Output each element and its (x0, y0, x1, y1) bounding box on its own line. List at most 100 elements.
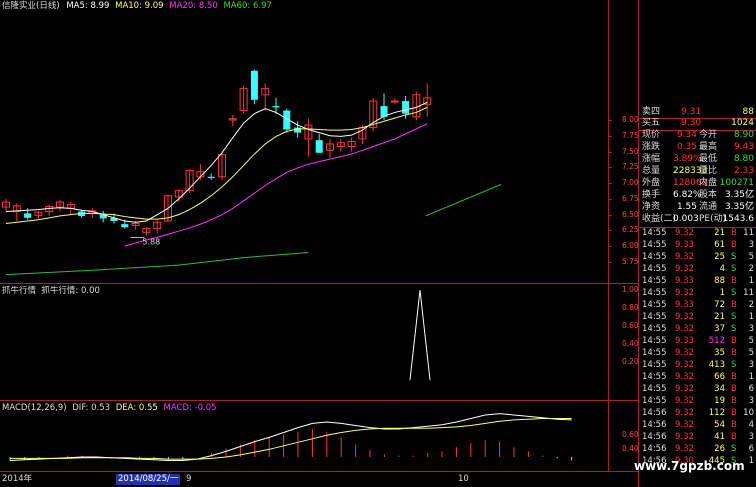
ma10-line (5, 106, 428, 224)
trade-price: 9.32 (675, 324, 694, 334)
trade-volume: 72 (714, 300, 725, 310)
quote-value: 0.003 (673, 214, 699, 224)
date-cursor-highlight[interactable]: 2014/08/25/一 (116, 474, 181, 485)
quote-value: 8.80 (733, 154, 754, 164)
trade-price: 9.32 (675, 372, 694, 382)
candlestick-chart[interactable]: 5.88 (0, 0, 608, 283)
trade-volume: 19 (714, 396, 725, 406)
trade-direction: B (731, 276, 737, 286)
macd-dif-line (9, 413, 572, 461)
trade-tick-count: 11 (743, 288, 754, 298)
main-chart-panel[interactable]: 信隆实业(日线) MA5: 8.99 MA10: 9.09 MA20: 8.50… (0, 0, 608, 283)
trade-direction: B (731, 432, 737, 442)
trade-direction: B (731, 336, 737, 346)
quote-key: 量比 (699, 166, 718, 176)
trade-tick-count: 1 (748, 276, 754, 286)
date-axis[interactable]: 2014年 2014/08/25/一 9 10 (0, 472, 638, 487)
trade-volume: 21 (714, 228, 725, 238)
trade-time: 14:55 (642, 324, 667, 334)
quote-value: 0.35 (676, 142, 697, 152)
quote-key: 现价 (642, 130, 661, 140)
trade-time: 14:55 (642, 228, 667, 238)
macd-axis-line (608, 401, 609, 471)
trade-direction: B (731, 396, 737, 406)
trade-tick-count: 5 (748, 336, 754, 346)
quote-key: 净资 (642, 202, 661, 212)
trade-time: 14:55 (642, 240, 667, 250)
trade-volume: 35 (714, 348, 725, 358)
trade-price: 9.32 (675, 288, 694, 298)
indicator-y-tick: 0.20 (622, 357, 639, 366)
trade-time: 14:55 (642, 300, 667, 310)
indicator-y-tick: 1.00 (622, 285, 639, 294)
indicator-y-axis: 1.00 0.80 0.60 0.40 0.20 (608, 284, 639, 400)
main-axis-line (608, 0, 609, 283)
indicator-y-tick: 0.80 (622, 303, 639, 312)
trade-direction: S (731, 324, 737, 334)
quote-value: 1.55 (676, 202, 697, 212)
y-tick-label: 8.00 (622, 115, 639, 124)
quote-value: 3.35亿 (724, 202, 754, 212)
quote-value: 100271 (719, 178, 754, 188)
quote-row: 收益(二) 0.003 PE(动) 1543.6 (639, 215, 756, 227)
indicator-spike-line (409, 289, 431, 381)
low-price-label: 5.88 (142, 237, 160, 246)
trade-direction: S (731, 312, 737, 322)
quote-key: 股本 (699, 190, 718, 200)
trade-tick-count: 3 (748, 240, 754, 250)
indicator-chart[interactable] (0, 284, 608, 400)
macd-panel[interactable]: MACD(12,26,9) DIF: 0.53 DEA: 0.55 MACD: … (0, 401, 608, 471)
candle-body (315, 140, 323, 153)
y-tick-label: 7.25 (622, 162, 639, 172)
ma60-line (425, 183, 502, 217)
trade-price: 9.32 (675, 396, 694, 406)
sell4-price: 9.31 (681, 107, 702, 117)
trade-price: 9.32 (675, 360, 694, 370)
trade-volume: 88 (714, 276, 725, 286)
trade-price: 9.32 (675, 384, 694, 394)
trade-tick-count: 3 (748, 324, 754, 334)
y-tick-label: 5.75 (622, 257, 639, 266)
quote-key: 涨跌 (642, 142, 661, 152)
trade-tick-count: 10 (743, 408, 754, 418)
trade-tick-count: 3 (748, 432, 754, 442)
macd-chart[interactable] (0, 401, 608, 471)
quote-value: 228333 (673, 166, 708, 176)
y-tick-label: 6.25 (622, 225, 639, 235)
trade-time: 14:56 (642, 444, 667, 454)
trade-price: 9.32 (675, 312, 694, 322)
trade-time: 14:56 (642, 420, 667, 430)
trade-tick-count: 6 (748, 384, 754, 394)
trade-volume: 1 (719, 288, 725, 298)
trade-tick-count: 4 (748, 420, 754, 430)
trade-direction: B (731, 348, 737, 358)
trade-tick-count: 2 (748, 264, 754, 274)
candle-body (24, 213, 32, 218)
quote-key: 最低 (699, 154, 718, 164)
buy5-volume: 1024 (731, 118, 754, 128)
trade-volume: 41 (714, 432, 725, 442)
quote-value: 1543.6 (722, 214, 755, 224)
indicator-panel[interactable]: 抓牛行情 抓牛行情: 0.00 (0, 284, 608, 400)
trade-time: 14:55 (642, 360, 667, 370)
trade-volume: 37 (714, 324, 725, 334)
trade-price: 9.33 (675, 276, 694, 286)
trade-time: 14:56 (642, 432, 667, 442)
date-year: 2014年 (2, 474, 33, 484)
trade-time: 14:55 (642, 276, 667, 286)
trade-price: 9.33 (675, 336, 694, 346)
trade-direction: S (731, 288, 737, 298)
trade-tick-count: 11 (743, 228, 754, 238)
trade-volume: 66 (714, 372, 725, 382)
trade-price: 9.32 (675, 444, 694, 454)
trade-direction: S (731, 264, 737, 274)
trade-time: 14:55 (642, 288, 667, 298)
trade-price: 9.33 (675, 240, 694, 250)
quote-key: 最高 (699, 142, 718, 152)
trade-price: 9.32 (675, 432, 694, 442)
trade-direction: B (731, 372, 737, 382)
trade-tick-count: 5 (748, 348, 754, 358)
candle-body (402, 101, 410, 114)
trade-direction: B (731, 300, 737, 310)
trade-volume: 34 (714, 384, 725, 394)
